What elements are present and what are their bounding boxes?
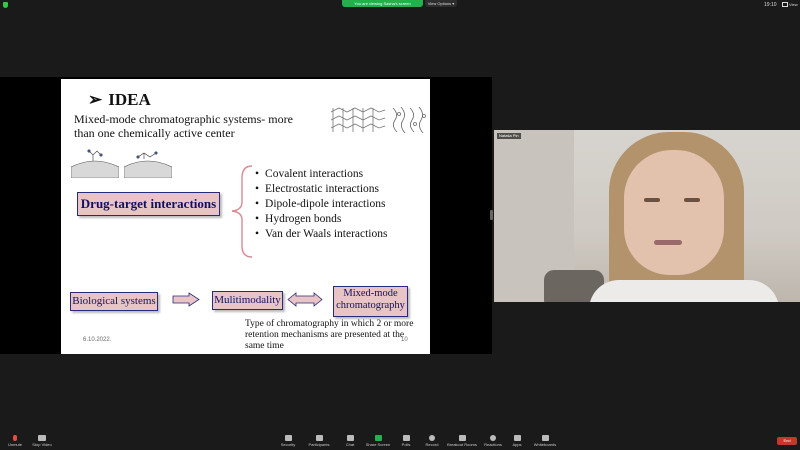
slide-date: 6.10.2022. bbox=[83, 337, 112, 343]
stop-video-label: Stop Video bbox=[32, 442, 52, 447]
stationary-phase-image bbox=[392, 106, 426, 134]
breakout-rooms-label: Breakout Rooms bbox=[447, 442, 477, 447]
participant-video[interactable] bbox=[494, 130, 800, 302]
security-label: Security bbox=[280, 442, 296, 447]
chat-label: Chat bbox=[345, 442, 355, 447]
unmute-button[interactable]: Unmute bbox=[4, 432, 26, 447]
binding-site-image-1 bbox=[71, 149, 119, 178]
clock: 19:10 bbox=[764, 2, 777, 8]
breakout-rooms-button[interactable]: Breakout Rooms bbox=[446, 432, 478, 447]
security-button[interactable]: Security bbox=[278, 432, 298, 447]
reactions-button[interactable]: Reactions bbox=[482, 432, 504, 447]
view-label: View bbox=[789, 2, 798, 7]
right-arrow bbox=[172, 292, 200, 307]
definition-note: Type of chromatography in which 2 or mor… bbox=[245, 319, 414, 351]
chat-button[interactable]: Chat bbox=[342, 432, 358, 447]
mouth bbox=[654, 240, 682, 245]
unmute-label: Unmute bbox=[7, 442, 22, 447]
shield-icon bbox=[284, 435, 292, 441]
slide-subtitle: Mixed-mode chromatographic systems- more… bbox=[74, 112, 293, 140]
record-button[interactable]: Record bbox=[422, 432, 442, 447]
shirt bbox=[589, 280, 779, 302]
grid-icon bbox=[782, 2, 788, 8]
meeting-toolbar: Unmute Stop Video Security Participants … bbox=[0, 432, 800, 450]
top-bar: You are viewing Sasha's screen View Opti… bbox=[0, 0, 800, 10]
breakout-rooms-icon bbox=[458, 435, 466, 441]
interaction-item: Dipole-dipole interactions bbox=[255, 197, 387, 212]
record-label: Record bbox=[425, 442, 439, 447]
microphone-muted-icon bbox=[13, 435, 17, 441]
chat-icon bbox=[346, 435, 354, 441]
arrow-bullet-icon: ➢ bbox=[88, 90, 103, 109]
apps-icon bbox=[513, 435, 521, 441]
participant-face bbox=[624, 150, 724, 275]
reactions-label: Reactions bbox=[484, 442, 502, 447]
view-options-label: View Options bbox=[427, 1, 452, 6]
polls-button[interactable]: Polls bbox=[398, 432, 414, 447]
share-screen-label: Share Screen bbox=[365, 442, 391, 447]
splitter-handle[interactable] bbox=[490, 210, 493, 220]
eye bbox=[684, 198, 700, 202]
participants-label: Participants bbox=[308, 442, 330, 447]
participants-button[interactable]: Participants bbox=[305, 432, 333, 447]
record-icon bbox=[429, 435, 435, 441]
eye bbox=[644, 198, 660, 202]
polls-label: Polls bbox=[401, 442, 411, 447]
stop-video-button[interactable]: Stop Video bbox=[28, 432, 56, 447]
reactions-icon bbox=[490, 435, 496, 441]
share-screen-button[interactable]: Share Screen bbox=[364, 432, 392, 447]
interactions-list: Covalent interactions Electrostatic inte… bbox=[255, 167, 387, 242]
view-options-button[interactable]: View Options ▾ bbox=[425, 0, 457, 7]
interaction-item: Hydrogen bonds bbox=[255, 212, 387, 227]
slide-title-text: IDEA bbox=[108, 90, 151, 109]
interaction-item: Electrostatic interactions bbox=[255, 182, 387, 197]
participant-name-badge: Nataša Pin bbox=[497, 133, 521, 139]
drug-target-interactions-box: Drug-target interactions bbox=[77, 192, 220, 216]
curly-brace bbox=[231, 165, 253, 258]
double-arrow bbox=[287, 292, 323, 307]
interaction-item: Covalent interactions bbox=[255, 167, 387, 182]
whiteboards-icon bbox=[541, 435, 549, 441]
end-meeting-button[interactable]: End bbox=[777, 437, 797, 445]
presentation-slide: ➢ IDEA Mixed-mode chromatographic systems… bbox=[61, 79, 430, 354]
apps-button[interactable]: Apps bbox=[510, 432, 524, 447]
share-screen-icon bbox=[374, 435, 382, 441]
binding-site-image-2 bbox=[124, 151, 172, 178]
screen-share-banner: You are viewing Sasha's screen bbox=[342, 0, 423, 7]
whiteboards-label: Whiteboards bbox=[533, 442, 557, 447]
whiteboards-button[interactable]: Whiteboards bbox=[532, 432, 558, 447]
apps-label: Apps bbox=[512, 442, 522, 447]
slide-title: ➢ IDEA bbox=[88, 90, 151, 110]
mixed-mode-chromatography-box: Mixed-mode chromatography bbox=[333, 286, 408, 317]
encryption-shield-icon[interactable] bbox=[3, 2, 8, 8]
biological-systems-box: Biological systems bbox=[70, 292, 158, 311]
multimodality-box: Mulitimodality bbox=[212, 291, 283, 310]
video-camera-icon bbox=[38, 435, 46, 441]
interaction-item: Van der Waals interactions bbox=[255, 227, 387, 242]
view-button[interactable]: View bbox=[782, 1, 798, 8]
slide-page-number: 10 bbox=[401, 337, 408, 343]
participants-icon bbox=[315, 435, 323, 441]
molecule-structure-image bbox=[330, 107, 386, 132]
polls-icon bbox=[402, 435, 410, 441]
